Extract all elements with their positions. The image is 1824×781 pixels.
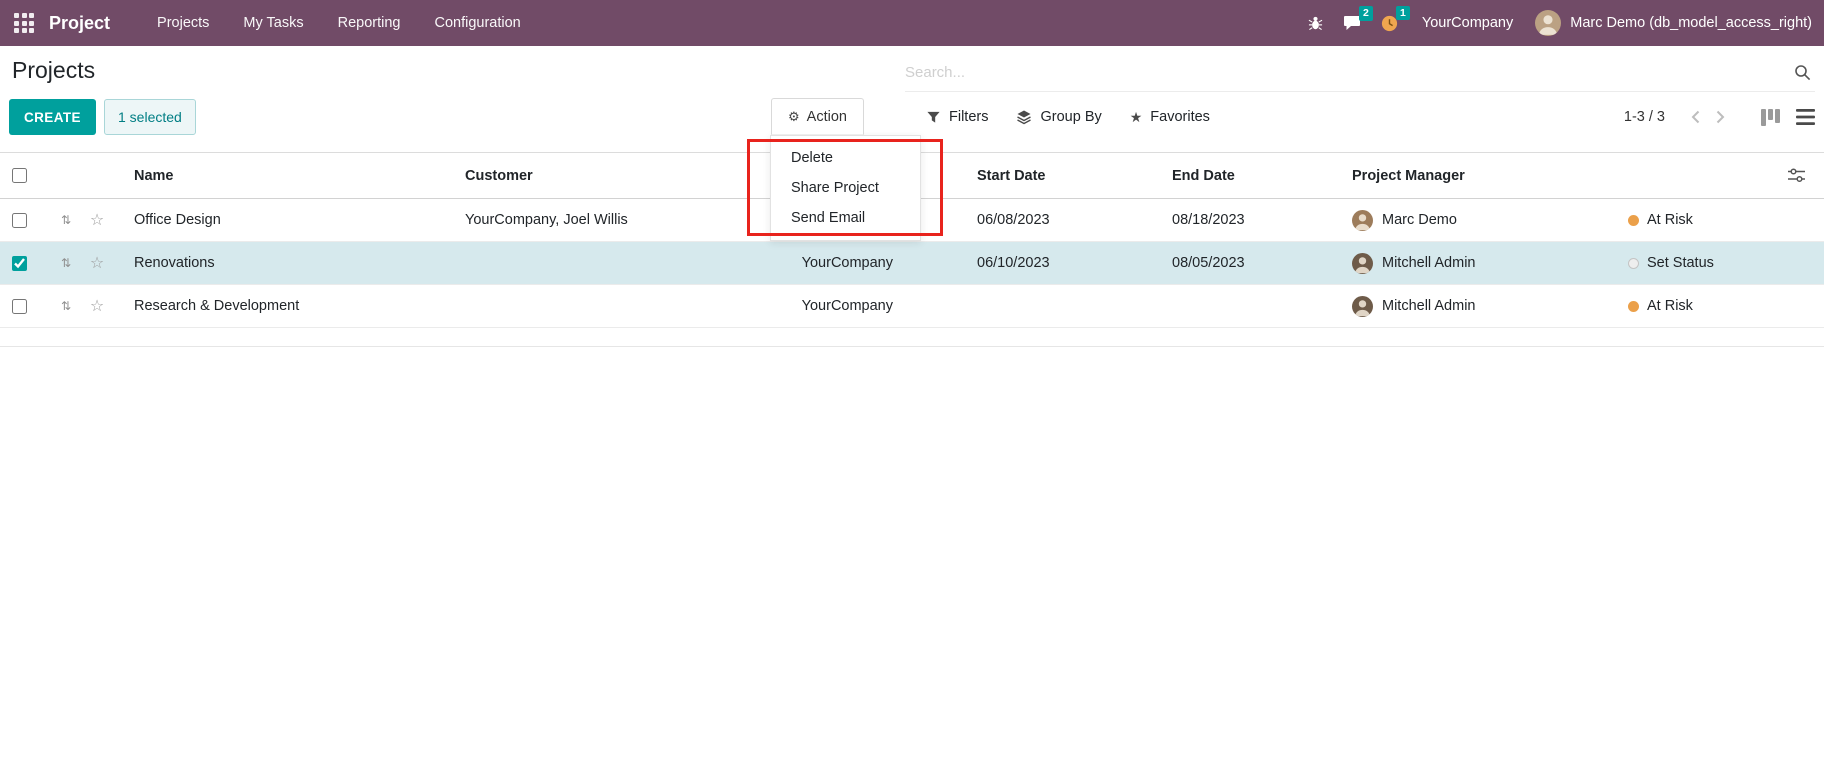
pager-range: 1-3 / 3 [1624, 109, 1665, 125]
project-manager-cell: Mitchell Admin [1336, 296, 1612, 317]
action-dropdown-button[interactable]: ⚙ Action [771, 98, 864, 135]
search-facets: Filters Group By ★ Favorites [926, 99, 1210, 135]
project-customer: YourCompany [445, 298, 961, 314]
page-title: Projects [12, 57, 95, 84]
project-customer: YourCompany [445, 255, 961, 271]
search-bar [905, 53, 1815, 92]
manager-name: Mitchell Admin [1382, 298, 1475, 314]
drag-handle-icon[interactable]: ⇅ [52, 299, 80, 313]
row-checkbox[interactable] [12, 299, 27, 314]
activities-badge: 1 [1396, 6, 1410, 21]
project-name: Renovations [114, 255, 445, 271]
debug-bug-icon[interactable] [1298, 11, 1333, 35]
project-end-date: 08/18/2023 [1156, 212, 1336, 228]
project-end-date: 08/05/2023 [1156, 255, 1336, 271]
navbar-right: 2 1 YourCompany Marc Demo (db_model_acce… [1298, 10, 1812, 36]
layers-icon [1016, 109, 1032, 125]
filters-label: Filters [949, 109, 988, 125]
messages-icon[interactable]: 2 [1333, 11, 1371, 35]
status-label: At Risk [1647, 212, 1693, 228]
project-status[interactable]: Set Status [1612, 255, 1824, 271]
create-button[interactable]: CREATE [9, 99, 96, 135]
menu-projects[interactable]: Projects [140, 8, 226, 38]
favorite-star-icon[interactable]: ☆ [80, 210, 114, 230]
favorite-star-icon[interactable]: ☆ [80, 253, 114, 273]
column-header-end-date[interactable]: End Date [1156, 168, 1336, 184]
main-menu: Projects My Tasks Reporting Configuratio… [140, 8, 538, 38]
project-status[interactable]: At Risk [1612, 212, 1824, 228]
row-checkbox[interactable] [12, 256, 27, 271]
action-dropdown-menu: Delete Share Project Send Email [770, 135, 921, 241]
project-name: Office Design [114, 212, 445, 228]
activities-clock-icon[interactable]: 1 [1371, 11, 1408, 36]
pager-next-icon[interactable] [1708, 106, 1733, 128]
app-window: Project Projects My Tasks Reporting Conf… [0, 0, 1824, 781]
column-header-name[interactable]: Name [114, 168, 445, 184]
select-all-checkbox[interactable] [12, 168, 27, 183]
user-menu[interactable]: Marc Demo (db_model_access_right) [1535, 10, 1812, 36]
favorites-button[interactable]: ★ Favorites [1130, 109, 1210, 126]
manager-avatar [1352, 210, 1373, 231]
status-label: Set Status [1647, 255, 1714, 271]
top-navbar: Project Projects My Tasks Reporting Conf… [0, 0, 1824, 46]
drag-handle-icon[interactable]: ⇅ [52, 213, 80, 227]
group-by-button[interactable]: Group By [1016, 109, 1101, 125]
project-manager-cell: Marc Demo [1336, 210, 1612, 231]
column-header-project-manager[interactable]: Project Manager [1336, 168, 1612, 184]
menu-item-share-project[interactable]: Share Project [771, 173, 920, 203]
action-button-label: Action [807, 109, 847, 125]
apps-grid-icon[interactable] [14, 13, 34, 33]
project-start-date: 06/10/2023 [961, 255, 1156, 271]
manager-name: Marc Demo [1382, 212, 1457, 228]
favorites-label: Favorites [1150, 109, 1210, 125]
funnel-icon [926, 110, 941, 125]
pager: 1-3 / 3 [1624, 99, 1815, 135]
status-dot-icon [1628, 258, 1639, 269]
table-row[interactable]: ⇅ ☆ Renovations YourCompany 06/10/2023 0… [0, 242, 1824, 285]
project-start-date: 06/08/2023 [961, 212, 1156, 228]
menu-my-tasks[interactable]: My Tasks [226, 8, 320, 38]
user-avatar [1535, 10, 1561, 36]
star-icon: ★ [1130, 109, 1143, 126]
menu-item-send-email[interactable]: Send Email [771, 203, 920, 233]
row-checkbox-cell [0, 256, 52, 271]
select-all-cell [0, 168, 52, 183]
table-footer-spacer [0, 328, 1824, 347]
manager-avatar [1352, 296, 1373, 317]
menu-item-delete[interactable]: Delete [771, 143, 920, 173]
table-row[interactable]: ⇅ ☆ Research & Development YourCompany M… [0, 285, 1824, 328]
user-name: Marc Demo (db_model_access_right) [1570, 15, 1812, 31]
view-switcher [1761, 109, 1815, 126]
project-manager-cell: Mitchell Admin [1336, 253, 1612, 274]
status-dot-icon [1628, 301, 1639, 312]
selected-count-badge: 1 selected [104, 99, 196, 135]
menu-reporting[interactable]: Reporting [321, 8, 418, 38]
group-by-label: Group By [1040, 109, 1101, 125]
filters-button[interactable]: Filters [926, 109, 988, 125]
favorite-star-icon[interactable]: ☆ [80, 296, 114, 316]
status-dot-icon [1628, 215, 1639, 226]
row-checkbox[interactable] [12, 213, 27, 228]
kanban-view-icon[interactable] [1761, 109, 1780, 126]
manager-name: Mitchell Admin [1382, 255, 1475, 271]
project-name: Research & Development [114, 298, 445, 314]
row-checkbox-cell [0, 299, 52, 314]
gear-icon: ⚙ [788, 109, 800, 125]
project-status[interactable]: At Risk [1612, 298, 1824, 314]
search-icon[interactable] [1794, 64, 1811, 81]
pager-previous-icon[interactable] [1683, 106, 1708, 128]
status-label: At Risk [1647, 298, 1693, 314]
list-view-icon[interactable] [1796, 109, 1815, 125]
row-checkbox-cell [0, 213, 52, 228]
optional-columns-icon[interactable] [1768, 168, 1824, 183]
company-switcher[interactable]: YourCompany [1422, 15, 1513, 31]
column-header-start-date[interactable]: Start Date [961, 168, 1156, 184]
app-name: Project [49, 13, 110, 34]
manager-avatar [1352, 253, 1373, 274]
search-input[interactable] [905, 64, 1794, 81]
menu-configuration[interactable]: Configuration [417, 8, 537, 38]
drag-handle-icon[interactable]: ⇅ [52, 256, 80, 270]
